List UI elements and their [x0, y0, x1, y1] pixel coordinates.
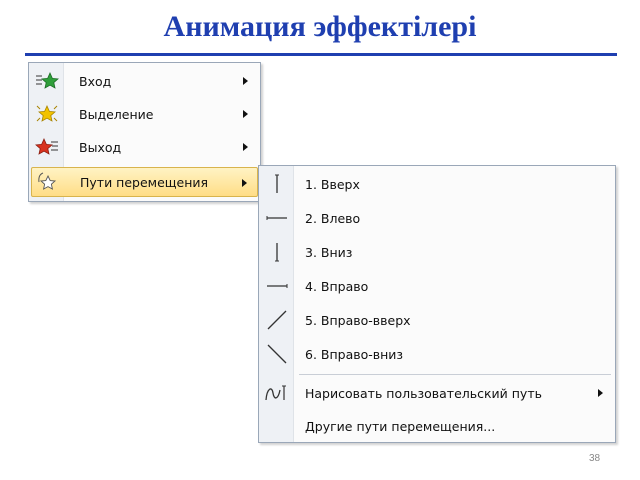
menu-item-label: 5. Вправо-вверх — [305, 312, 411, 328]
exit-effect-icon — [31, 132, 63, 162]
path-right-icon — [261, 271, 293, 301]
motion-paths-submenu: 1. Вверх 2. Влево 3. Вниз 4. Вправо 5. В… — [258, 165, 616, 443]
path-up-item[interactable]: 1. Вверх — [261, 169, 613, 199]
path-right-down-icon — [261, 339, 293, 369]
submenu-arrow-icon — [598, 389, 603, 397]
menu-item-exit[interactable]: Выход — [31, 132, 258, 162]
path-down-icon — [261, 237, 293, 267]
menu-item-label: 2. Влево — [305, 210, 361, 226]
draw-custom-path-item[interactable]: Нарисовать пользовательский путь — [261, 378, 613, 408]
menu-item-label: 6. Вправо-вниз — [305, 346, 404, 362]
path-right-down-item[interactable]: 6. Вправо-вниз — [261, 339, 613, 369]
menu-separator — [299, 374, 611, 375]
menu-item-label: Пути перемещения — [80, 174, 209, 190]
path-right-item[interactable]: 4. Вправо — [261, 271, 613, 301]
submenu-arrow-icon — [243, 143, 248, 151]
effects-menu: Вход Выделение Выход Пути перемещения — [28, 62, 261, 202]
menu-item-label: 3. Вниз — [305, 244, 353, 260]
submenu-arrow-icon — [243, 77, 248, 85]
submenu-arrow-icon — [242, 179, 247, 187]
title-underline — [25, 53, 617, 56]
submenu-arrow-icon — [243, 110, 248, 118]
menu-item-label: Выход — [79, 139, 122, 155]
menu-item-label: Нарисовать пользовательский путь — [305, 385, 542, 401]
path-left-item[interactable]: 2. Влево — [261, 203, 613, 233]
page-number: 38 — [589, 453, 601, 464]
draw-custom-path-icon — [261, 378, 293, 408]
menu-item-label: 1. Вверх — [305, 176, 360, 192]
other-motion-paths-item[interactable]: Другие пути перемещения... — [261, 411, 613, 441]
menu-item-motion-paths[interactable]: Пути перемещения — [31, 167, 258, 197]
path-down-item[interactable]: 3. Вниз — [261, 237, 613, 267]
path-right-up-item[interactable]: 5. Вправо-вверх — [261, 305, 613, 335]
emphasis-effect-icon — [31, 99, 63, 129]
menu-item-emphasis[interactable]: Выделение — [31, 99, 258, 129]
motion-path-icon — [32, 167, 64, 197]
entrance-effect-icon — [31, 66, 63, 96]
menu-item-label: 4. Вправо — [305, 278, 369, 294]
slide-title: Анимация эффектілері — [163, 10, 477, 43]
menu-item-label: Другие пути перемещения... — [305, 418, 496, 434]
menu-item-entrance[interactable]: Вход — [31, 66, 258, 96]
path-right-up-icon — [261, 305, 293, 335]
path-left-icon — [261, 203, 293, 233]
menu-item-label: Вход — [79, 73, 112, 89]
menu-item-label: Выделение — [79, 106, 154, 122]
path-up-icon — [261, 169, 293, 199]
